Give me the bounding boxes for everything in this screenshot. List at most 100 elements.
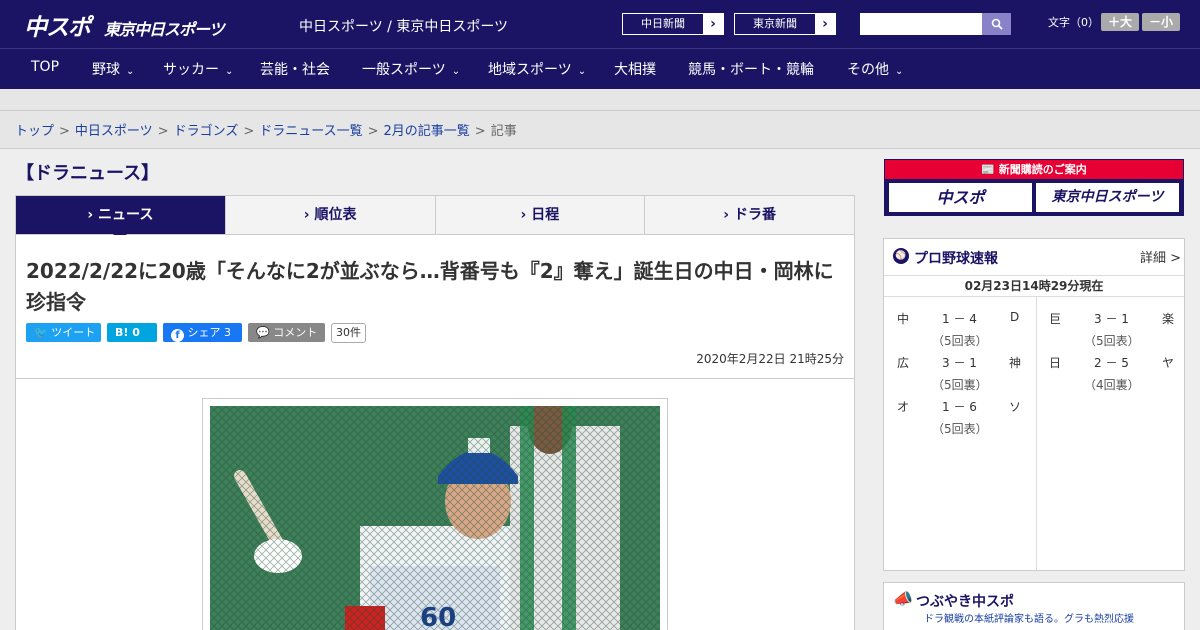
- facebook-share-button[interactable]: f シェア 3: [163, 323, 242, 342]
- nav-item-top[interactable]: TOP: [31, 59, 59, 75]
- score-away-team: 楽: [1162, 312, 1175, 326]
- breadcrumb-link[interactable]: トップ: [15, 124, 54, 139]
- nav-item-other[interactable]: その他 ⌄: [847, 59, 903, 79]
- chevron-down-icon: ⌄: [126, 66, 135, 77]
- logo-main: 中スポ: [24, 15, 91, 41]
- tweet-label: ツイート: [51, 326, 96, 339]
- nav-label: サッカー: [163, 62, 219, 78]
- search-button[interactable]: [982, 13, 1011, 35]
- baseball-icon: ⚾: [893, 248, 909, 264]
- subscription-title-text: 新聞購読のご案内: [998, 163, 1087, 176]
- nav-label: 地域スポーツ: [488, 62, 572, 78]
- nav-label: 大相撲: [614, 62, 656, 78]
- article-photo[interactable]: 60: [210, 406, 660, 630]
- site-name-link[interactable]: 中日スポーツ / 東京中日スポーツ: [299, 16, 508, 36]
- breadcrumb-link[interactable]: ドラニュース一覧: [259, 124, 362, 139]
- nav-label: TOP: [31, 59, 60, 75]
- twitter-icon: 🐦: [34, 326, 48, 339]
- newspaper-icon: 📰: [981, 163, 995, 176]
- scores-detail-link[interactable]: 詳細 >: [1140, 247, 1181, 266]
- sub-nav-strip: [0, 89, 1200, 111]
- live-scores-title: プロ野球速報: [914, 251, 998, 267]
- score-away-team: ヤ: [1162, 356, 1175, 370]
- tab-dora-ban[interactable]: › ドラ番: [645, 196, 854, 234]
- breadcrumb-separator: >: [367, 124, 379, 139]
- section-tabs: › ニュース › 順位表 › 日程 › ドラ番: [15, 195, 855, 241]
- tab-schedule[interactable]: › 日程: [436, 196, 646, 234]
- tab-news[interactable]: › ニュース: [16, 196, 226, 241]
- nav-item-soccer[interactable]: サッカー ⌄: [163, 59, 233, 79]
- breadcrumb-current: 記事: [490, 124, 517, 139]
- speech-bubble-icon: 💬: [256, 326, 270, 339]
- breadcrumb-link[interactable]: 中日スポーツ: [75, 124, 153, 139]
- tweet-button[interactable]: 🐦 ツイート: [26, 323, 101, 342]
- chunichi-shimbun-link[interactable]: 中日新聞 ›: [622, 13, 724, 35]
- score-value[interactable]: 3 － 1: [942, 354, 977, 371]
- score-value[interactable]: 2 － 5: [1094, 354, 1129, 371]
- search-input[interactable]: [860, 13, 982, 35]
- subscribe-chuspo-button[interactable]: 中スポ: [889, 183, 1032, 212]
- logo-sub: 東京中日スポーツ: [104, 20, 225, 39]
- score-home-team: 中: [897, 312, 910, 326]
- breadcrumb-link[interactable]: 2月の記事一覧: [384, 124, 470, 139]
- font-smaller-button[interactable]: －小: [1142, 13, 1180, 31]
- chevron-down-icon: ⌄: [577, 66, 587, 77]
- score-home-team: 巨: [1049, 312, 1062, 326]
- scores-column-divider: [1036, 297, 1037, 570]
- site-logo[interactable]: 中スポ 東京中日スポーツ: [24, 8, 225, 42]
- nav-item-baseball[interactable]: 野球 ⌄: [92, 59, 134, 79]
- nav-item-general-sports[interactable]: 一般スポーツ ⌄: [362, 59, 460, 79]
- chevron-down-icon: ⌄: [225, 66, 234, 77]
- score-away-team: D: [1010, 310, 1020, 324]
- score-home-team: 日: [1049, 356, 1062, 370]
- article-headline: 2022/2/22に20歳「そんなに2が並ぶなら…背番号も『2』奪え」誕生日の中…: [26, 259, 834, 314]
- subscription-title[interactable]: 📰 新聞購読のご案内: [885, 160, 1183, 179]
- nav-label: その他: [847, 62, 889, 78]
- chevron-down-icon: ⌄: [451, 66, 461, 77]
- score-home-team: オ: [897, 400, 910, 414]
- score-status: （5回表）: [932, 422, 988, 436]
- subscribe-tokyo-button[interactable]: 東京中日スポーツ: [1036, 183, 1179, 212]
- comment-button[interactable]: 💬 コメント: [248, 323, 325, 342]
- score-value[interactable]: 3 － 1: [1094, 310, 1129, 327]
- chevron-right-icon: ›: [815, 14, 835, 34]
- nav-item-sumo[interactable]: 大相撲: [614, 59, 656, 79]
- breadcrumb-separator: >: [157, 124, 169, 139]
- nav-item-local-sports[interactable]: 地域スポーツ ⌄: [488, 59, 586, 79]
- facebook-share-label: シェア 3: [187, 326, 232, 339]
- tab-standings[interactable]: › 順位表: [226, 196, 436, 234]
- font-larger-button[interactable]: ＋大: [1101, 13, 1139, 31]
- batting-practice-photo: 60: [210, 406, 660, 630]
- breadcrumb: トップ > 中日スポーツ > ドラゴンズ > ドラニュース一覧 >2月の記事一覧 > 記事: [0, 111, 1200, 149]
- tokyo-shimbun-link[interactable]: 東京新聞 ›: [734, 13, 836, 35]
- score-status: （5回裏）: [932, 378, 988, 392]
- score-value[interactable]: 1 － 4: [942, 310, 977, 327]
- article-divider: [16, 378, 854, 379]
- chunichi-shimbun-label: 中日新聞: [641, 17, 685, 30]
- hatena-bookmark-button[interactable]: B! 0: [107, 323, 157, 342]
- nav-label: 一般スポーツ: [362, 62, 446, 78]
- facebook-icon: f: [171, 329, 184, 342]
- search-icon: [991, 18, 1003, 30]
- tweets-title[interactable]: つぶやき中スポ: [916, 591, 1014, 611]
- score-value[interactable]: 1 － 6: [942, 398, 977, 415]
- score-status: （5回表）: [932, 334, 988, 348]
- nav-item-entertainment[interactable]: 芸能・社会: [260, 59, 330, 79]
- score-away-team: ソ: [1009, 400, 1022, 414]
- nav-label: 芸能・社会: [260, 62, 330, 78]
- nav-item-racing[interactable]: 競馬・ボート・競輪: [688, 59, 814, 79]
- section-title: 【ドラニュース】: [16, 163, 160, 184]
- nav-label: 競馬・ボート・競輪: [688, 62, 814, 78]
- chevron-right-icon: ›: [703, 14, 723, 34]
- score-away-team: 神: [1009, 356, 1022, 370]
- chevron-down-icon: ⌄: [895, 66, 904, 77]
- tweets-subtitle: ドラ観戦の本紙評論家も語る。グラも熱烈応援: [924, 614, 1134, 625]
- score-home-team: 広: [897, 356, 910, 370]
- font-size-label: 文字（0）: [1048, 16, 1099, 29]
- comment-count[interactable]: 30件: [331, 323, 366, 343]
- breadcrumb-separator: >: [59, 124, 70, 139]
- score-status: （4回裏）: [1084, 378, 1140, 392]
- breadcrumb-separator: >: [243, 124, 255, 139]
- breadcrumb-link[interactable]: ドラゴンズ: [174, 124, 239, 139]
- tokyo-shimbun-label: 東京新聞: [753, 17, 797, 30]
